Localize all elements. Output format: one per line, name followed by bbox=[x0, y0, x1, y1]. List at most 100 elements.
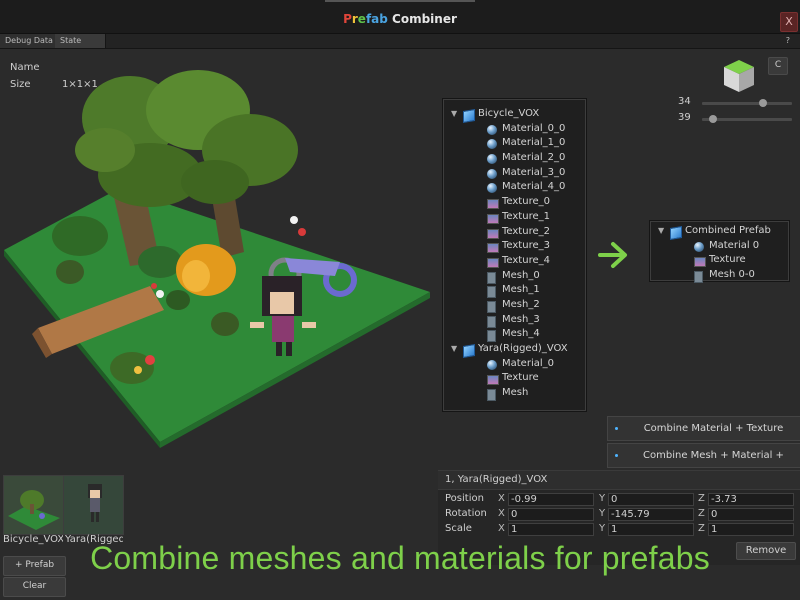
scale-y-field[interactable] bbox=[608, 523, 694, 536]
tree-item-mesh[interactable]: Mesh_0 bbox=[444, 269, 585, 284]
position-y-axis: Y bbox=[599, 493, 606, 504]
slider-1-knob[interactable] bbox=[759, 99, 768, 107]
texture-icon bbox=[694, 257, 706, 268]
tab-bar: Debug Data State ? bbox=[0, 34, 800, 49]
mesh-icon bbox=[487, 389, 496, 402]
scale-x-field[interactable] bbox=[508, 523, 594, 536]
tree-item-material[interactable]: Material_0_0 bbox=[444, 122, 585, 137]
title-rest: Combiner bbox=[387, 12, 457, 26]
close-button[interactable]: X bbox=[780, 12, 798, 32]
title-bar-grip[interactable] bbox=[325, 0, 475, 2]
tree-item-mesh[interactable]: Mesh bbox=[444, 386, 585, 402]
thumbnail-yara-image bbox=[64, 476, 123, 534]
expand-arrow-icon[interactable]: ▼ bbox=[451, 107, 457, 122]
tree-item-material[interactable]: Material_4_0 bbox=[444, 180, 585, 195]
texture-icon bbox=[487, 199, 499, 210]
position-y-field[interactable] bbox=[608, 493, 694, 506]
tree-item-label: Material_2_0 bbox=[502, 152, 566, 164]
tree-item-label: Yara(Rigged)_VOX bbox=[478, 343, 568, 354]
scale-x-axis: X bbox=[498, 523, 505, 534]
title-bar: Prefab Combiner X bbox=[0, 0, 800, 34]
title-letter-e: e bbox=[357, 12, 366, 26]
source-hierarchy-panel[interactable]: ▼ Bicycle_VOX Material_0_0 Material_1_0 Mate… bbox=[443, 99, 586, 411]
rotation-z-axis: Z bbox=[698, 508, 705, 519]
tree-item-label: Material_1_0 bbox=[502, 137, 566, 149]
texture-icon bbox=[487, 243, 499, 254]
tree-item-prefab[interactable]: ▼ Yara(Rigged)_VOX bbox=[444, 342, 585, 359]
scene-viewport[interactable] bbox=[0, 60, 440, 460]
mesh-icon bbox=[694, 271, 703, 284]
expand-arrow-icon[interactable]: ▼ bbox=[451, 342, 457, 357]
view-cube-icon[interactable] bbox=[722, 58, 756, 94]
tree-item-prefab[interactable]: ▼ Combined Prefab bbox=[651, 224, 788, 241]
tab-state[interactable]: State bbox=[55, 34, 106, 48]
slider-2-knob[interactable] bbox=[708, 115, 717, 123]
thumbnail-bicycle[interactable] bbox=[3, 475, 64, 535]
tree-item-label: Mesh_1 bbox=[502, 284, 540, 296]
mesh-icon bbox=[487, 271, 496, 284]
clear-button[interactable]: Clear bbox=[3, 577, 66, 597]
combine-material-texture-button[interactable]: Combine Material + Texture bbox=[607, 416, 800, 441]
tree-item-material[interactable]: Material_3_0 bbox=[444, 166, 585, 181]
tree-item-mesh[interactable]: Mesh_4 bbox=[444, 327, 585, 343]
tree-item-label: Texture_0 bbox=[502, 196, 550, 208]
slider-1-value: 34 bbox=[678, 96, 691, 107]
tree-item-material[interactable]: Material_0 bbox=[444, 357, 585, 372]
tree-item-mesh[interactable]: Mesh_1 bbox=[444, 283, 585, 299]
rotation-label: Rotation bbox=[445, 508, 487, 519]
tree-item-texture[interactable]: Texture_4 bbox=[444, 254, 585, 269]
tree-item-material[interactable]: Material_2_0 bbox=[444, 151, 585, 166]
tree-item-prefab[interactable]: ▼ Bicycle_VOX bbox=[444, 107, 585, 124]
position-z-field[interactable] bbox=[708, 493, 794, 506]
scale-z-field[interactable] bbox=[708, 523, 794, 536]
tree-item-label: Mesh_2 bbox=[502, 298, 540, 310]
tree-item-texture[interactable]: Texture bbox=[444, 371, 585, 386]
rotation-x-field[interactable] bbox=[508, 508, 594, 521]
tree-item-label: Mesh_4 bbox=[502, 328, 540, 340]
tree-item-texture[interactable]: Texture_1 bbox=[444, 210, 585, 225]
tree-item-label: Texture bbox=[502, 372, 539, 384]
tree-item-mesh[interactable]: Mesh_2 bbox=[444, 298, 585, 313]
texture-icon bbox=[487, 213, 499, 224]
scale-z-axis: Z bbox=[698, 523, 705, 534]
tree-item-texture[interactable]: Texture_2 bbox=[444, 225, 585, 240]
tree-item-mesh[interactable]: Mesh 0-0 bbox=[651, 268, 788, 284]
tree-item-material[interactable]: Material 0 bbox=[651, 239, 788, 254]
transform-header: 1, Yara(Rigged)_VOX bbox=[438, 471, 800, 490]
slider-1[interactable] bbox=[702, 99, 792, 107]
title-letter-p: P bbox=[343, 12, 352, 26]
position-z-axis: Z bbox=[698, 493, 705, 504]
slider-2-value: 39 bbox=[678, 112, 691, 123]
mesh-icon bbox=[487, 330, 496, 343]
tree-item-mesh[interactable]: Mesh_3 bbox=[444, 313, 585, 328]
thumbnail-bicycle-image bbox=[4, 476, 63, 534]
mesh-icon bbox=[487, 300, 496, 313]
slider-2[interactable] bbox=[702, 115, 792, 123]
tree-item-texture[interactable]: Texture_3 bbox=[444, 239, 585, 254]
texture-icon bbox=[487, 228, 499, 239]
rotation-z-field[interactable] bbox=[708, 508, 794, 521]
tree-item-label: Texture bbox=[709, 254, 746, 266]
tree-item-material[interactable]: Material_1_0 bbox=[444, 136, 585, 151]
tree-item-label: Material_4_0 bbox=[502, 181, 566, 193]
tree-item-label: Texture_4 bbox=[502, 254, 550, 266]
help-button[interactable]: ? bbox=[786, 34, 790, 48]
tree-item-label: Material 0 bbox=[709, 239, 760, 251]
tree-item-texture[interactable]: Texture bbox=[651, 253, 788, 268]
material-icon bbox=[487, 168, 497, 179]
title-letters-fab: fab bbox=[365, 12, 388, 26]
close-icon: X bbox=[785, 15, 793, 28]
center-view-button[interactable]: C bbox=[768, 57, 788, 75]
rotation-y-axis: Y bbox=[599, 508, 606, 519]
tree-item-label: Combined Prefab bbox=[685, 225, 771, 236]
tree-item-texture[interactable]: Texture_0 bbox=[444, 195, 585, 210]
combine-mesh-material-texture-button[interactable]: Combine Mesh + Material + Texture bbox=[607, 443, 800, 484]
material-icon bbox=[487, 139, 497, 150]
position-x-field[interactable] bbox=[508, 493, 594, 506]
material-icon bbox=[487, 154, 497, 165]
texture-icon bbox=[487, 257, 499, 268]
thumbnail-yara[interactable] bbox=[63, 475, 124, 535]
expand-arrow-icon[interactable]: ▼ bbox=[658, 224, 664, 239]
rotation-y-field[interactable] bbox=[608, 508, 694, 521]
combined-hierarchy-panel[interactable]: ▼ Combined Prefab Material 0 Texture Mesh 0-… bbox=[650, 221, 789, 284]
